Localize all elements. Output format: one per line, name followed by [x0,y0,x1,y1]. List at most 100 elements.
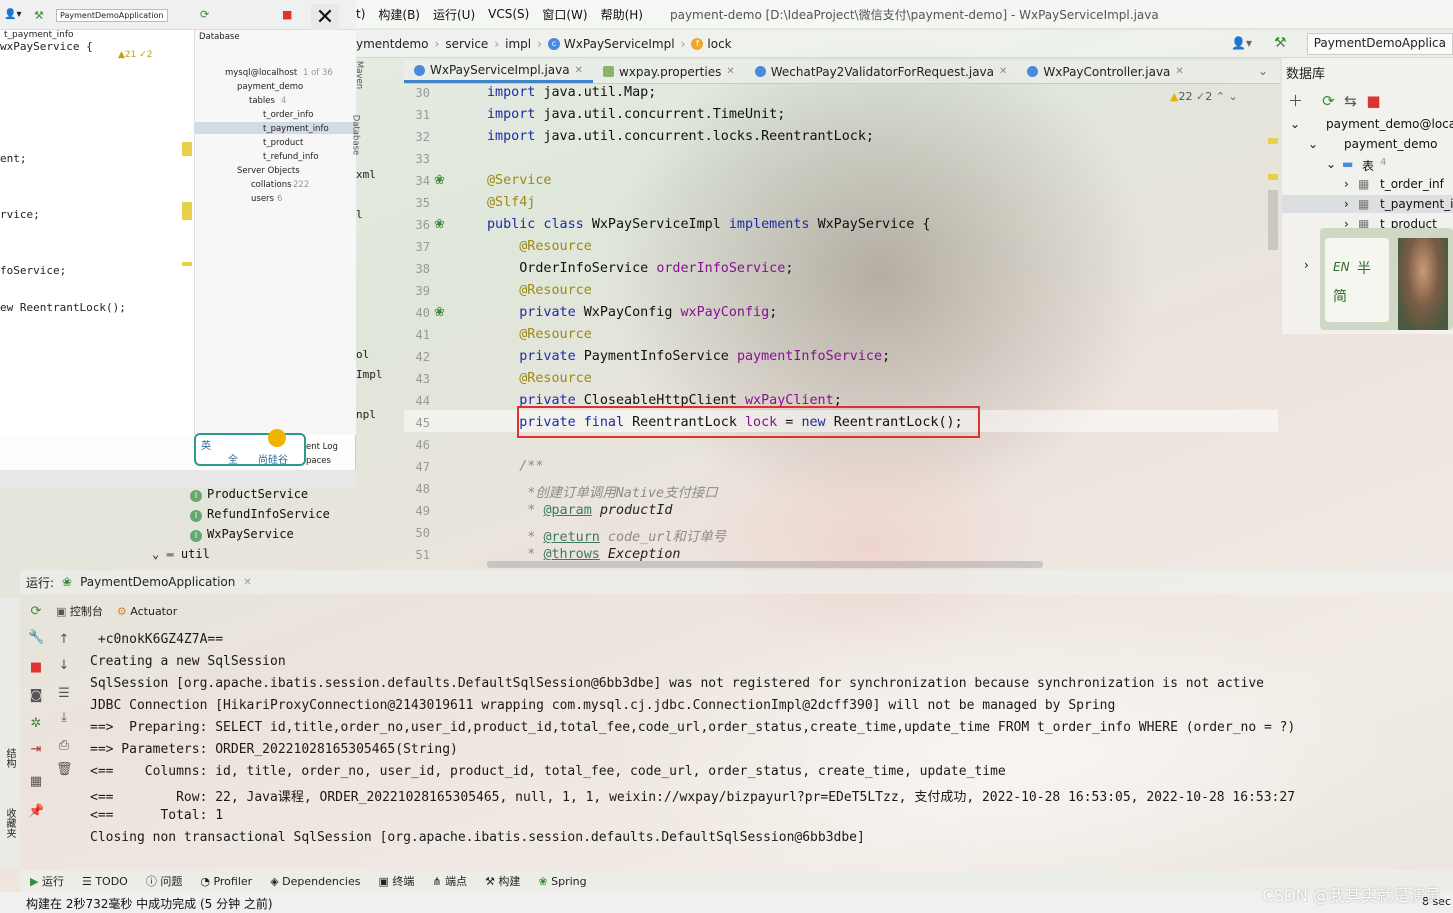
soft-wrap-icon[interactable]: ☰ [56,686,72,702]
breadcrumb-package[interactable]: service [445,37,488,51]
code-line[interactable]: import java.util.concurrent.TimeUnit; [487,107,785,122]
toolwin-run[interactable]: ▶ 运行 [30,873,64,889]
close-icon[interactable]: ✕ [999,66,1007,77]
structure-tab[interactable]: 结构 [2,748,17,768]
sync-icon[interactable]: ⇆ [1344,92,1357,110]
toolwin-endpoints[interactable]: ⋔ 端点 [432,873,467,889]
code-line[interactable]: import java.util.concurrent.locks.Reentr… [487,129,874,144]
up-arrow-icon[interactable]: ↑ [56,632,72,648]
tree-item-productservice[interactable]: I ProductService [190,487,308,502]
spaces-label[interactable]: paces [306,456,331,466]
down-arrow-icon[interactable]: ↓ [56,658,72,674]
code-editor[interactable]: import java.util.Map; import java.util.co… [487,84,1277,568]
editor-scrollbar[interactable] [1268,190,1278,250]
menu-partial[interactable]: t) [356,7,365,21]
close-icon[interactable]: ✕ [243,577,251,588]
inspection-widget[interactable]: ▲22 ✓2 ⌃ ⌄ [1170,90,1238,103]
tabs-overflow-icon[interactable]: ⌄ [1258,64,1268,78]
db-node-server-objects[interactable]: Server Objects [237,166,300,176]
refresh-icon[interactable]: ⟳ [1322,92,1335,110]
close-icon[interactable]: ✕ [726,66,734,77]
tab-wxpayserviceimpl[interactable]: WxPayServiceImpl.java ✕ [404,60,593,83]
secondary-code-editor[interactable]: t_payment_info wxPayService { ▲21 ✓2 ent… [0,30,192,435]
ime-lang[interactable]: 英 [201,437,211,452]
toolwin-profiler[interactable]: ◔ Profiler [200,875,252,888]
db-node-table[interactable]: t_order_inf [1380,177,1444,191]
rerun-icon[interactable]: ⟳ [200,8,209,21]
stop-icon[interactable]: ■ [1366,92,1380,110]
db-node-host[interactable]: mysql@localhost [225,68,297,78]
code-line[interactable]: @Service [487,173,552,188]
db-node-collations[interactable]: collations [251,180,292,190]
db-node-table[interactable]: t_payment_info [263,124,329,134]
code-line[interactable]: @Resource [487,327,592,342]
breadcrumb-package[interactable]: impl [505,37,531,51]
editor-gutter[interactable]: 30 31 32 33 34 ❀ 35 36 ❀ 37 38 39 40 ❀ 41 42 43 44 45 46 47 4… [404,84,484,568]
tab-actuator[interactable]: ⚙ Actuator [117,605,177,618]
code-line[interactable]: OrderInfoService orderInfoService; [487,261,793,276]
layout-icon[interactable]: ▦ [28,774,44,790]
spring-bean-icon[interactable]: ❀ [434,173,445,188]
toolwin-todo[interactable]: ☰ TODO [82,875,128,888]
spring-bean-icon[interactable]: ❀ [434,305,445,320]
code-line[interactable]: public class WxPayServiceImpl implements… [487,217,930,232]
db-node-table[interactable]: t_payment_i [1380,197,1453,211]
exit-icon[interactable]: ⇥ [28,742,44,758]
toolwin-dependencies[interactable]: ◈ Dependencies [270,875,360,888]
run-configuration-select[interactable]: PaymentDemoApplica [1306,33,1453,55]
secondary-file-tab[interactable]: t_payment_info [4,30,74,40]
ime-fullwidth[interactable]: 全 [228,451,238,466]
menu-vcs[interactable]: VCS(S) [488,7,529,21]
tree-item-wxpayservice[interactable]: I WxPayService [190,527,294,542]
db-node-table[interactable]: t_product [263,138,303,148]
close-icon[interactable]: ✕ [311,4,339,32]
menu-help[interactable]: 帮助(H) [601,6,643,23]
code-line[interactable]: private PaymentInfoService paymentInfoSe… [487,349,890,364]
tab-wxpay-properties[interactable]: wxpay.properties ✕ [593,60,745,83]
code-line[interactable]: * @param productId [487,503,672,518]
breadcrumb-field[interactable]: lock [707,37,731,51]
favorites-tab[interactable]: 收藏夹 [2,808,17,838]
user-icon[interactable]: 👤▾ [4,9,21,20]
debug-icon[interactable]: ✲ [28,716,44,732]
warning-stripe[interactable] [1268,174,1278,180]
db-node-schema[interactable]: payment_demo [237,82,303,92]
spring-bean-icon[interactable]: ❀ [434,217,445,232]
camera-icon[interactable]: ◙ [28,688,44,704]
menu-run[interactable]: 运行(U) [433,6,475,23]
toolwin-build[interactable]: ⚒ 构建 [485,873,520,889]
wrench-icon[interactable]: 🔧 [28,630,44,646]
code-line[interactable]: @Slf4j [487,195,535,210]
code-line[interactable]: import java.util.Map; [487,85,656,100]
print-icon[interactable]: ⎙ [56,738,72,754]
pin-icon[interactable]: 📌 [28,804,44,820]
stop-icon[interactable]: ■ [282,8,292,21]
trash-icon[interactable]: 🗑 [56,762,73,778]
user-icon[interactable]: 👤▾ [1231,36,1252,50]
run-config-tab[interactable]: PaymentDemoApplication [80,575,235,589]
code-line[interactable]: * @throws Exception [487,547,680,562]
stop-icon[interactable]: ■ [28,660,44,676]
event-log-label[interactable]: ent Log [306,442,338,452]
breadcrumb-class[interactable]: WxPayServiceImpl [564,37,675,51]
tree-item-refundinfoservice[interactable]: I RefundInfoService [190,507,330,522]
console-output[interactable]: +c0nokK6GZ4Z7A== Creating a new SqlSessio… [90,630,1450,870]
toolwin-terminal[interactable]: ▣ 终端 [378,873,414,889]
tab-console[interactable]: ▣ 控制台 [56,603,103,619]
code-line[interactable]: * @return code_url和订单号 [487,525,726,545]
db-node-table[interactable]: t_refund_info [263,152,318,162]
code-line[interactable]: *创建订单调用Native支付接口 [487,481,717,501]
db-node-schema[interactable]: payment_demo [1344,137,1438,151]
code-line[interactable]: /** [487,459,543,474]
toolwin-spring[interactable]: ❀ Spring [538,875,586,888]
tab-validator[interactable]: WechatPay2ValidatorForRequest.java ✕ [745,60,1018,83]
db-node-tables[interactable]: 表 [1362,157,1374,174]
scroll-end-icon[interactable]: ⤓ [56,710,72,726]
db-node-users[interactable]: users [251,194,274,204]
db-node-tables[interactable]: tables [249,96,275,106]
db-node-table[interactable]: t_order_info [263,110,313,120]
warning-stripe[interactable] [1268,138,1278,144]
code-line[interactable]: @Resource [487,283,592,298]
code-line[interactable]: @Resource [487,239,592,254]
rerun-icon[interactable]: ⟳ [28,604,44,620]
